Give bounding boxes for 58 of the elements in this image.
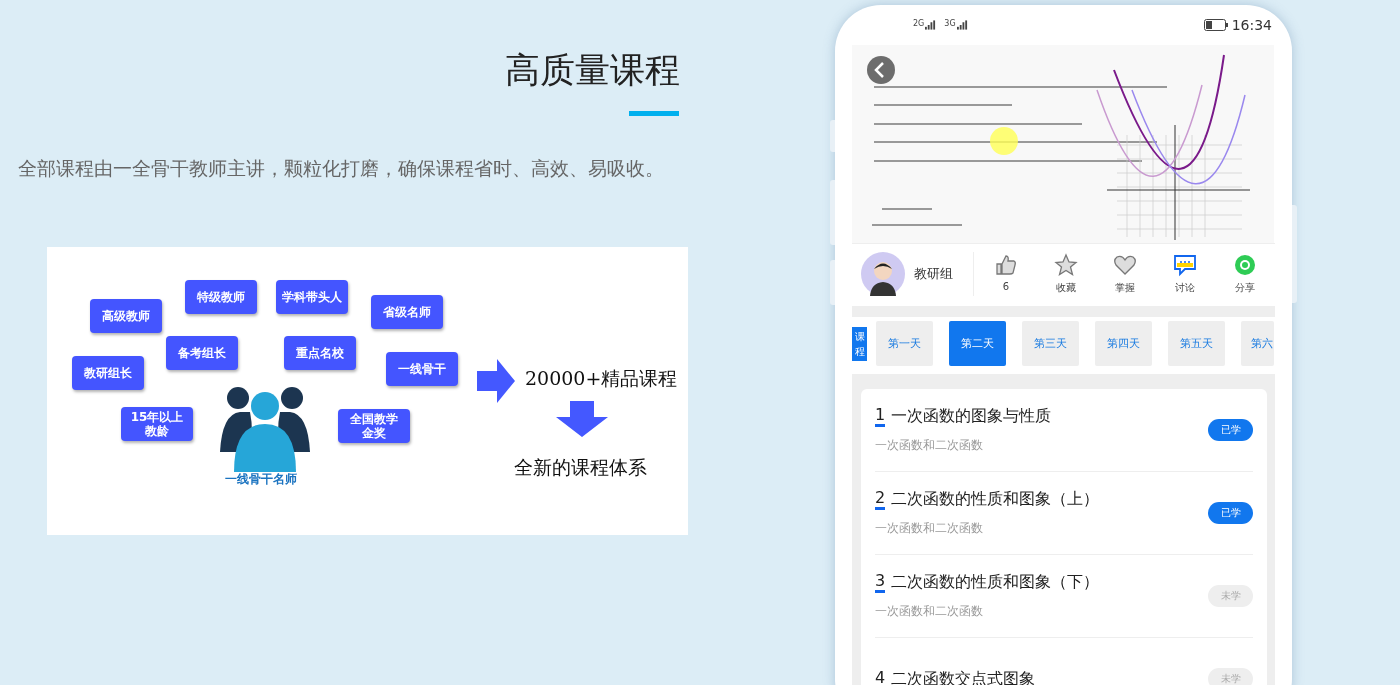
lesson-number: 1: [875, 406, 886, 427]
day-tab[interactable]: 第二天: [949, 321, 1006, 366]
network-label: 2G: [913, 20, 925, 28]
star-icon: [1053, 253, 1078, 277]
chat-icon: [1173, 253, 1198, 277]
day-tab[interactable]: 第四天: [1095, 321, 1152, 366]
signal-icon: [925, 20, 937, 30]
back-icon[interactable]: [867, 56, 895, 84]
status-badge: 已学: [1208, 419, 1253, 441]
lesson-subtitle: 一次函数和二次函数: [875, 520, 984, 537]
lesson-number: 3: [875, 572, 886, 593]
day-tab[interactable]: 第三天: [1022, 321, 1079, 366]
course-label: 课程: [852, 326, 867, 361]
teacher-tag: 省级名师: [371, 295, 443, 329]
down-arrow-icon: [556, 401, 608, 437]
day-tab[interactable]: 第五天: [1168, 321, 1225, 366]
battery-icon: [1203, 19, 1228, 31]
status-badge: 已学: [1208, 502, 1253, 524]
lesson-number: 2: [875, 489, 886, 510]
avatar-icon: [861, 252, 905, 296]
heart-icon: [1113, 253, 1138, 277]
teacher-tag: 一线骨干: [386, 352, 458, 386]
title-underline: [629, 111, 679, 116]
teacher-tag: 15年以上教龄: [121, 407, 193, 441]
teacher-tag: 全国教学金奖: [338, 409, 410, 443]
teacher-tag: 教研组长: [72, 356, 144, 390]
master-button[interactable]: 掌握: [1103, 253, 1148, 295]
discuss-button[interactable]: 讨论: [1163, 253, 1208, 295]
teacher-tag: 重点名校: [284, 336, 356, 370]
share-button[interactable]: 分享: [1223, 253, 1268, 295]
lesson-title[interactable]: 二次函数的性质和图象（上）: [891, 489, 1100, 510]
section-description: 全部课程由一全骨干教师主讲，颗粒化打磨，确保课程省时、高效、易吸收。: [18, 156, 665, 181]
lesson-subtitle: 一次函数和二次函数: [875, 603, 984, 620]
day-tab[interactable]: 第六: [1241, 321, 1274, 366]
status-badge: 未学: [1208, 585, 1253, 607]
lesson-title[interactable]: 一次函数的图象与性质: [891, 406, 1052, 427]
teacher-tag: 学科带头人: [276, 280, 348, 314]
lesson-subtitle: 一次函数和二次函数: [875, 437, 984, 454]
share-icon: [1233, 253, 1258, 277]
like-button[interactable]: 6: [983, 253, 1028, 295]
status-time: 16:34: [1231, 17, 1272, 33]
network-label: 3G: [944, 20, 956, 28]
teacher-tag: 高级教师: [90, 299, 162, 333]
lesson-title[interactable]: 二次函数的性质和图象（下）: [891, 572, 1100, 593]
diagram-caption: 一线骨干名师: [225, 471, 297, 488]
teacher-tag: 备考组长: [166, 336, 238, 370]
lesson-number: 4: [875, 668, 886, 685]
section-title: 高质量课程: [505, 49, 680, 92]
teacher-name: 教研组: [914, 265, 953, 283]
outcome-text: 全新的课程体系: [514, 455, 647, 480]
signal-icon: [956, 20, 968, 30]
day-tab[interactable]: 第一天: [876, 321, 933, 366]
favorite-button[interactable]: 收藏: [1043, 253, 1088, 295]
status-badge: 未学: [1208, 668, 1253, 685]
teacher-tag: 特级教师: [185, 280, 257, 314]
result-text: 20000+精品课程: [525, 366, 678, 391]
right-arrow-icon: [477, 359, 515, 403]
thumbs-up-icon: [993, 253, 1018, 277]
